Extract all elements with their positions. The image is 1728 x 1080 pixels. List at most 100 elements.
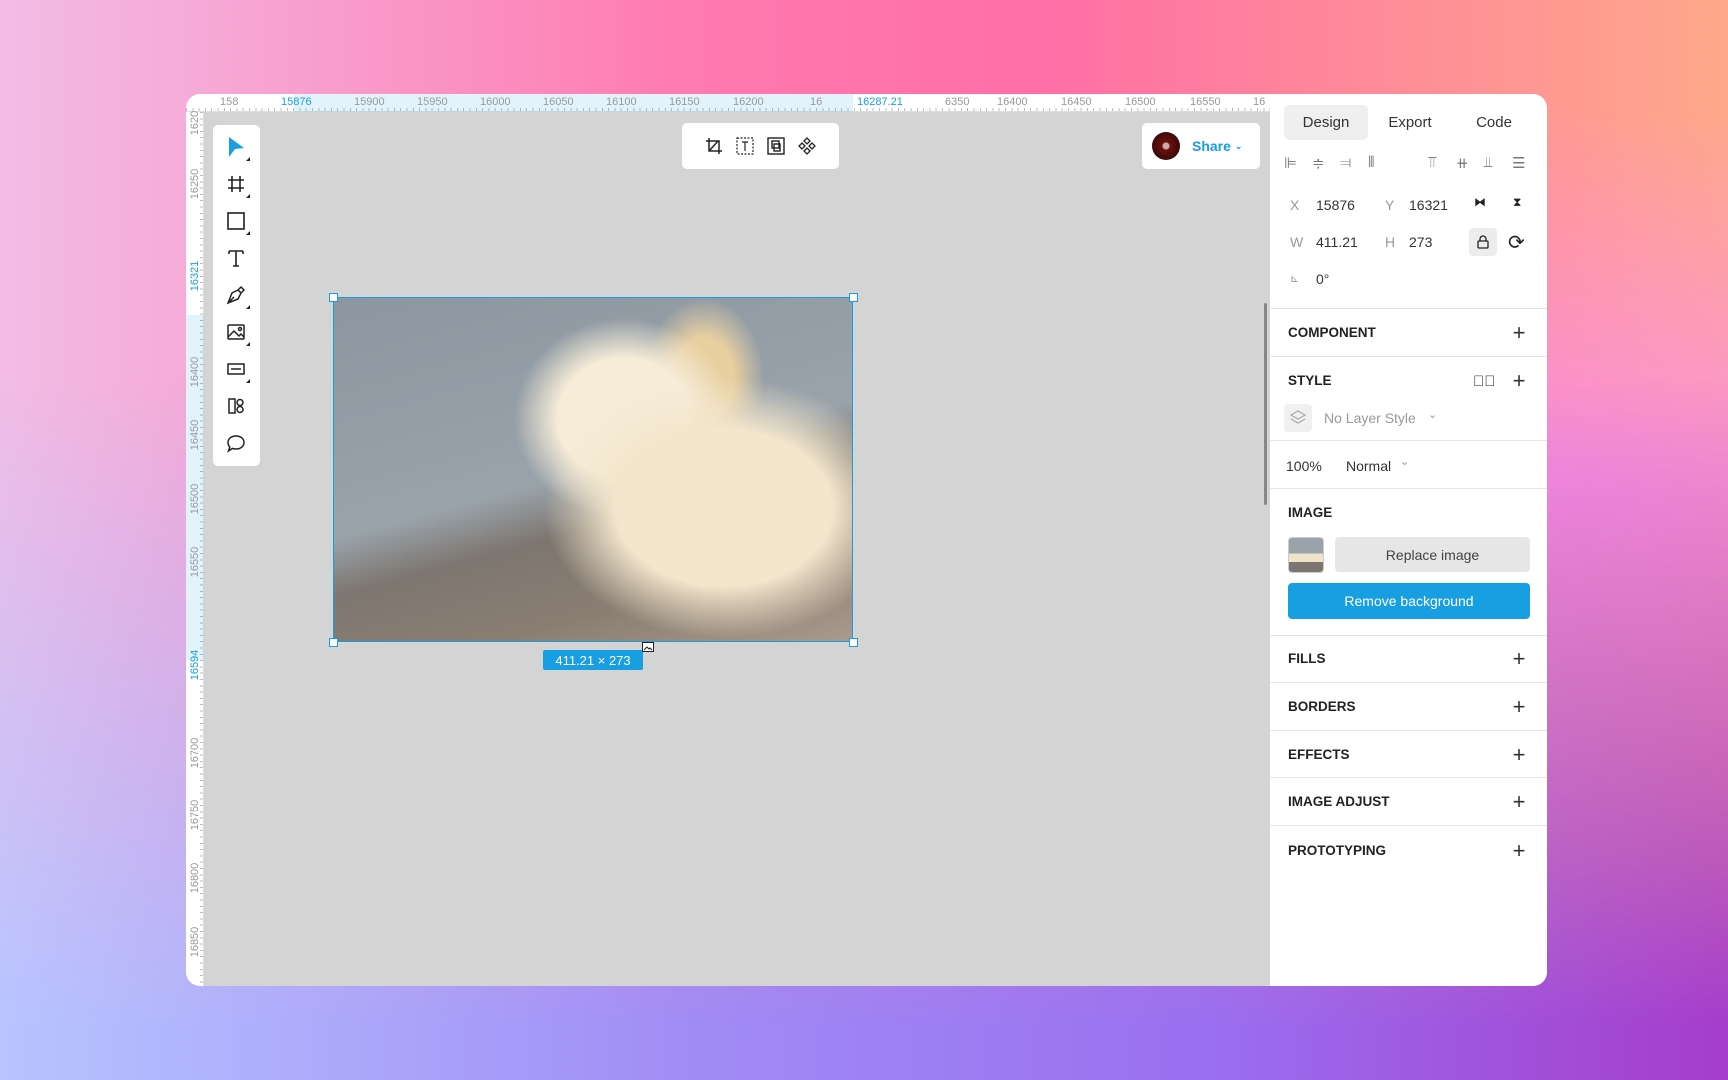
- ruler-vertical: 1620 16250 16321 16400 16450 16500 16550…: [186, 111, 204, 986]
- ruler-label: 6350: [945, 96, 970, 108]
- add-image-adjust-plus-icon[interactable]: +: [1510, 791, 1528, 813]
- image-actions-toolbar: [682, 123, 839, 169]
- avatar[interactable]: [1152, 132, 1180, 160]
- image-cursor-icon: [642, 642, 654, 652]
- distribute-h-icon[interactable]: ⦀: [1368, 154, 1375, 171]
- ruler-horizontal: 158 15876 15900 15950 16000 16050 16100 …: [186, 94, 1270, 112]
- replace-image-button[interactable]: Replace image: [1335, 537, 1530, 572]
- ruler-label: 16400: [189, 356, 201, 388]
- add-style-plus-icon[interactable]: +: [1510, 370, 1528, 392]
- ruler-label: 16: [1253, 96, 1266, 108]
- ruler-label: 16250: [189, 168, 201, 200]
- text-frame-icon[interactable]: [736, 137, 754, 155]
- ruler-label: 16050: [543, 96, 574, 108]
- tab-code[interactable]: Code: [1452, 105, 1536, 140]
- widgets-icon: [228, 398, 244, 414]
- text-t-icon: [228, 250, 244, 267]
- image-thumbnail[interactable]: [1288, 537, 1324, 573]
- blend-mode-dropdown[interactable]: Normal: [1346, 458, 1391, 474]
- frame-hash-icon: [228, 176, 244, 192]
- rectangle-tool[interactable]: [221, 206, 251, 236]
- y-label: Y: [1385, 197, 1395, 213]
- check-circle-icon[interactable]: ✓⃝: [1473, 373, 1496, 390]
- resize-handle-tl[interactable]: [329, 293, 338, 302]
- ruler-label: 16321: [189, 260, 201, 292]
- section-effects: EFFECTS: [1288, 747, 1350, 762]
- x-field[interactable]: 15876: [1316, 197, 1355, 213]
- ruler-label: 15950: [417, 96, 448, 108]
- ruler-label: 158: [220, 96, 239, 108]
- remove-background-button[interactable]: Remove background: [1288, 583, 1530, 619]
- w-label: W: [1290, 234, 1304, 250]
- align-top-icon[interactable]: ⫪: [1428, 154, 1436, 171]
- ruler-label: 16: [810, 96, 823, 108]
- resize-handle-br[interactable]: [849, 638, 858, 647]
- editor-window: 158 15876 15900 15950 16000 16050 16100 …: [186, 94, 1547, 986]
- dimension-badge: 411.21 × 273: [543, 650, 643, 670]
- text-tool[interactable]: [221, 243, 251, 273]
- section-image-adjust: IMAGE ADJUST: [1288, 794, 1390, 809]
- flip-horizontal-icon[interactable]: ⧓: [1474, 195, 1486, 209]
- ruler-label: 16500: [189, 483, 201, 515]
- move-tool[interactable]: [221, 132, 251, 162]
- x-label: X: [1290, 197, 1300, 213]
- canvas-scrollbar[interactable]: [1264, 303, 1267, 505]
- comment-tool[interactable]: [221, 428, 251, 458]
- ruler-label: 16850: [189, 926, 201, 958]
- ruler-label: 16700: [189, 737, 201, 769]
- section-prototyping: PROTOTYPING: [1288, 843, 1387, 858]
- ruler-label: 16800: [189, 862, 201, 894]
- flip-vertical-icon[interactable]: ⧗: [1513, 195, 1521, 210]
- component-bar-tool[interactable]: [221, 354, 251, 384]
- tool-bar: [213, 125, 260, 466]
- cursor-arrow-icon: [229, 137, 244, 157]
- selected-image-puppy[interactable]: [333, 297, 853, 642]
- image-tool[interactable]: [221, 317, 251, 347]
- rotation-field[interactable]: 0°: [1316, 271, 1329, 287]
- h-field[interactable]: 273: [1409, 234, 1432, 250]
- ruler-label: 16450: [1061, 96, 1092, 108]
- ruler-label: 16200: [733, 96, 764, 108]
- component-diamond-icon[interactable]: [798, 137, 816, 155]
- rotate-icon[interactable]: ⟳: [1508, 230, 1525, 255]
- frame-tool[interactable]: [221, 169, 251, 199]
- mask-icon[interactable]: [767, 137, 785, 155]
- share-button[interactable]: Share ⌄: [1142, 123, 1260, 169]
- section-component: COMPONENT: [1288, 325, 1376, 340]
- align-middle-v-icon[interactable]: ⧺: [1456, 154, 1469, 172]
- ruler-label: 16000: [480, 96, 511, 108]
- ruler-label: 16750: [189, 799, 201, 831]
- ruler-label: 15900: [354, 96, 385, 108]
- ruler-label: 16594: [189, 649, 201, 681]
- plugins-tool[interactable]: [221, 391, 251, 421]
- ruler-label: 16287.21: [857, 96, 903, 108]
- align-bottom-icon[interactable]: ⫫: [1484, 154, 1492, 171]
- crop-icon[interactable]: [705, 137, 723, 155]
- resize-handle-tr[interactable]: [849, 293, 858, 302]
- pen-tool[interactable]: [221, 280, 251, 310]
- w-field[interactable]: 411.21: [1316, 234, 1358, 250]
- add-component-plus-icon[interactable]: +: [1510, 322, 1528, 344]
- add-effect-plus-icon[interactable]: +: [1510, 744, 1528, 766]
- layers-icon: [1284, 404, 1312, 432]
- align-left-icon[interactable]: ⊫: [1284, 154, 1297, 172]
- distribute-v-icon[interactable]: ☰: [1512, 154, 1525, 172]
- layer-style-dropdown[interactable]: No Layer Style: [1324, 410, 1416, 426]
- add-border-plus-icon[interactable]: +: [1510, 696, 1528, 718]
- ruler-label: 16150: [669, 96, 700, 108]
- tab-design[interactable]: Design: [1284, 105, 1368, 140]
- y-field[interactable]: 16321: [1409, 197, 1448, 213]
- ruler-label: 16100: [606, 96, 637, 108]
- align-right-icon[interactable]: ⫤: [1340, 154, 1351, 171]
- rectangle-icon: [227, 212, 245, 230]
- add-fill-plus-icon[interactable]: +: [1510, 648, 1528, 670]
- add-prototyping-plus-icon[interactable]: +: [1510, 840, 1528, 862]
- h-label: H: [1385, 234, 1396, 250]
- lock-ratio-icon[interactable]: [1469, 228, 1497, 256]
- align-center-h-icon[interactable]: ≑: [1312, 154, 1325, 172]
- ruler-label: 15876: [281, 96, 312, 108]
- section-image: IMAGE: [1288, 505, 1333, 520]
- tab-export[interactable]: Export: [1368, 105, 1452, 140]
- opacity-field[interactable]: 100%: [1286, 458, 1322, 474]
- resize-handle-bl[interactable]: [329, 638, 338, 647]
